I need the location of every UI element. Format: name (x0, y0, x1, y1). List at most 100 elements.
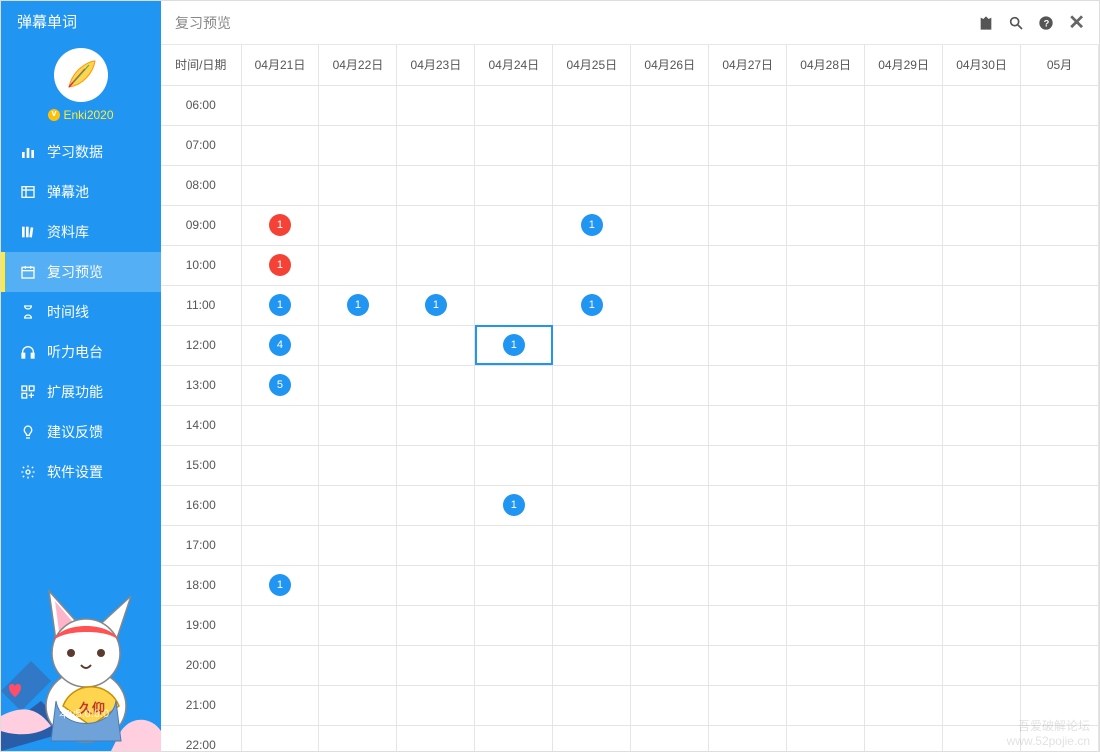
schedule-cell[interactable] (475, 445, 553, 485)
schedule-cell[interactable] (319, 405, 397, 445)
schedule-cell[interactable]: 1 (241, 565, 319, 605)
schedule-cell[interactable] (397, 645, 475, 685)
schedule-cell[interactable] (475, 365, 553, 405)
schedule-cell[interactable] (943, 485, 1021, 525)
schedule-cell[interactable] (787, 405, 865, 445)
schedule-cell[interactable] (553, 725, 631, 751)
schedule-cell[interactable] (1021, 445, 1099, 485)
schedule-cell[interactable] (1021, 325, 1099, 365)
schedule-cell[interactable] (709, 165, 787, 205)
schedule-cell[interactable] (709, 285, 787, 325)
schedule-cell[interactable] (943, 525, 1021, 565)
schedule-cell[interactable] (943, 85, 1021, 125)
count-pill[interactable]: 1 (269, 294, 291, 316)
sidebar-item-extensions[interactable]: 扩展功能 (1, 372, 161, 412)
schedule-cell[interactable] (631, 285, 709, 325)
schedule-cell[interactable] (475, 725, 553, 751)
schedule-cell[interactable] (709, 445, 787, 485)
schedule-cell[interactable] (709, 405, 787, 445)
schedule-cell[interactable] (865, 125, 943, 165)
schedule-cell[interactable] (241, 645, 319, 685)
count-pill[interactable]: 1 (581, 214, 603, 236)
schedule-cell[interactable] (865, 725, 943, 751)
schedule-cell[interactable] (319, 165, 397, 205)
schedule-cell[interactable] (631, 405, 709, 445)
schedule-cell[interactable] (553, 405, 631, 445)
schedule-cell[interactable] (475, 285, 553, 325)
sidebar-item-settings[interactable]: 软件设置 (1, 452, 161, 492)
count-pill[interactable]: 1 (269, 214, 291, 236)
schedule-cell[interactable]: 1 (475, 325, 553, 365)
schedule-cell[interactable] (943, 365, 1021, 405)
schedule-cell[interactable] (1021, 605, 1099, 645)
schedule-cell[interactable] (553, 125, 631, 165)
schedule-cell[interactable] (787, 685, 865, 725)
schedule-cell[interactable] (631, 445, 709, 485)
schedule-cell[interactable] (475, 165, 553, 205)
sidebar-item-timeline[interactable]: 时间线 (1, 292, 161, 332)
schedule-cell[interactable] (709, 85, 787, 125)
schedule-cell[interactable] (241, 685, 319, 725)
schedule-cell[interactable] (1021, 365, 1099, 405)
count-pill[interactable]: 1 (269, 254, 291, 276)
schedule-cell[interactable] (397, 525, 475, 565)
schedule-cell[interactable] (397, 565, 475, 605)
schedule-cell[interactable] (1021, 285, 1099, 325)
schedule-cell[interactable] (553, 645, 631, 685)
schedule-cell[interactable] (397, 725, 475, 751)
count-pill[interactable]: 1 (503, 494, 525, 516)
schedule-cell[interactable] (865, 325, 943, 365)
user-block[interactable]: Enki2020 (1, 42, 161, 126)
sidebar-item-library[interactable]: 资料库 (1, 212, 161, 252)
schedule-cell[interactable] (943, 285, 1021, 325)
schedule-cell[interactable] (241, 405, 319, 445)
schedule-cell[interactable]: 1 (319, 285, 397, 325)
schedule-cell[interactable] (865, 485, 943, 525)
schedule-cell[interactable] (865, 645, 943, 685)
schedule-cell[interactable] (709, 565, 787, 605)
schedule-cell[interactable] (475, 565, 553, 605)
schedule-cell[interactable] (397, 125, 475, 165)
schedule-cell[interactable] (553, 485, 631, 525)
schedule-cell[interactable] (787, 645, 865, 685)
schedule-cell[interactable] (709, 205, 787, 245)
schedule-cell[interactable] (787, 565, 865, 605)
schedule-cell[interactable] (553, 85, 631, 125)
schedule-cell[interactable] (631, 525, 709, 565)
schedule-cell[interactable] (787, 165, 865, 205)
schedule-cell[interactable] (319, 485, 397, 525)
schedule-cell[interactable] (475, 525, 553, 565)
schedule-cell[interactable] (241, 165, 319, 205)
schedule-cell[interactable] (319, 605, 397, 645)
schedule-cell[interactable] (1021, 405, 1099, 445)
schedule-cell[interactable] (943, 565, 1021, 605)
schedule-cell[interactable] (631, 365, 709, 405)
help-icon[interactable]: ? (1038, 15, 1054, 31)
schedule-cell[interactable] (319, 125, 397, 165)
schedule-cell[interactable] (865, 85, 943, 125)
schedule-cell[interactable] (475, 245, 553, 285)
schedule-cell[interactable] (319, 245, 397, 285)
schedule-cell[interactable] (865, 685, 943, 725)
schedule-cell[interactable] (865, 165, 943, 205)
schedule-cell[interactable] (397, 325, 475, 365)
schedule-cell[interactable] (787, 285, 865, 325)
schedule-cell[interactable] (1021, 485, 1099, 525)
schedule-cell[interactable] (1021, 245, 1099, 285)
search-icon[interactable] (1008, 15, 1024, 31)
schedule-cell[interactable] (319, 725, 397, 751)
schedule-cell[interactable] (1021, 125, 1099, 165)
schedule-cell[interactable] (865, 245, 943, 285)
schedule-cell[interactable] (787, 525, 865, 565)
schedule-cell[interactable] (709, 525, 787, 565)
schedule-cell[interactable] (865, 565, 943, 605)
schedule-cell[interactable] (865, 525, 943, 565)
schedule-cell[interactable]: 1 (241, 205, 319, 245)
schedule-cell[interactable] (787, 605, 865, 645)
schedule-cell[interactable]: 1 (553, 205, 631, 245)
schedule-cell[interactable] (475, 205, 553, 245)
schedule-cell[interactable] (631, 605, 709, 645)
schedule-cell[interactable] (943, 245, 1021, 285)
schedule-cell[interactable] (631, 245, 709, 285)
schedule-cell[interactable] (241, 125, 319, 165)
